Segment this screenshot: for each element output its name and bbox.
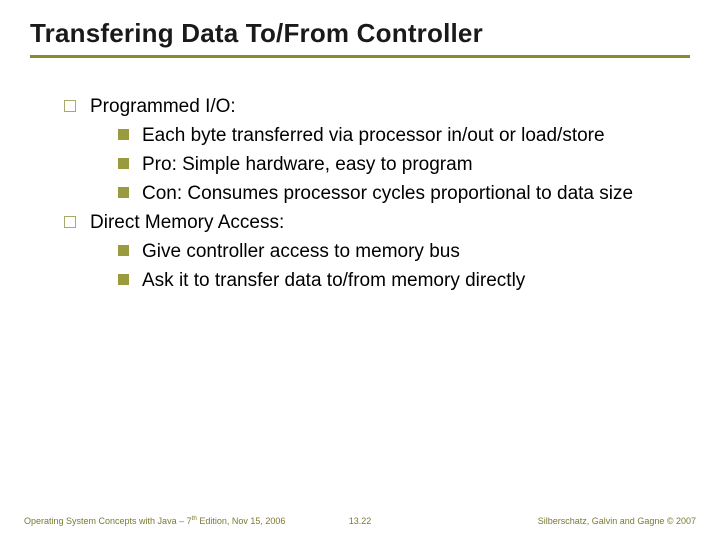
square-filled-icon <box>118 274 129 285</box>
list-item-text: Pro: Simple hardware, easy to program <box>142 154 473 175</box>
list-item: Programmed I/O: Each byte transferred vi… <box>64 94 670 206</box>
list-item-text: Programmed I/O: <box>90 96 236 117</box>
list-item-text: Con: Consumes processor cycles proportio… <box>142 183 633 204</box>
list-item: Pro: Simple hardware, easy to program <box>118 152 670 177</box>
list-item: Direct Memory Access: Give controller ac… <box>64 210 670 293</box>
title-underline <box>30 55 690 58</box>
footer-right: Silberschatz, Galvin and Gagne © 2007 <box>383 516 696 526</box>
list-item-text: Give controller access to memory bus <box>142 241 460 262</box>
list-item: Ask it to transfer data to/from memory d… <box>118 268 670 293</box>
list-item: Con: Consumes processor cycles proportio… <box>118 181 670 206</box>
footer-left: Operating System Concepts with Java – 7t… <box>24 515 337 526</box>
list-item-text: Each byte transferred via processor in/o… <box>142 125 605 146</box>
list-item: Give controller access to memory bus <box>118 239 670 264</box>
list-item-text: Direct Memory Access: <box>90 212 284 233</box>
list-item-text: Ask it to transfer data to/from memory d… <box>142 270 525 291</box>
square-outline-icon <box>64 216 76 228</box>
square-outline-icon <box>64 100 76 112</box>
footer-left-suffix: Edition, Nov 15, 2006 <box>197 516 286 526</box>
footer-page-number: 13.22 <box>337 516 384 526</box>
footer-left-prefix: Operating System Concepts with Java – 7 <box>24 516 192 526</box>
slide: Transfering Data To/From Controller Prog… <box>0 0 720 540</box>
title-block: Transfering Data To/From Controller <box>0 0 720 66</box>
list-item: Each byte transferred via processor in/o… <box>118 123 670 148</box>
square-filled-icon <box>118 129 129 140</box>
square-filled-icon <box>118 245 129 256</box>
square-filled-icon <box>118 158 129 169</box>
footer: Operating System Concepts with Java – 7t… <box>0 515 720 526</box>
square-filled-icon <box>118 187 129 198</box>
slide-title: Transfering Data To/From Controller <box>30 18 690 49</box>
slide-body: Programmed I/O: Each byte transferred vi… <box>0 66 720 294</box>
